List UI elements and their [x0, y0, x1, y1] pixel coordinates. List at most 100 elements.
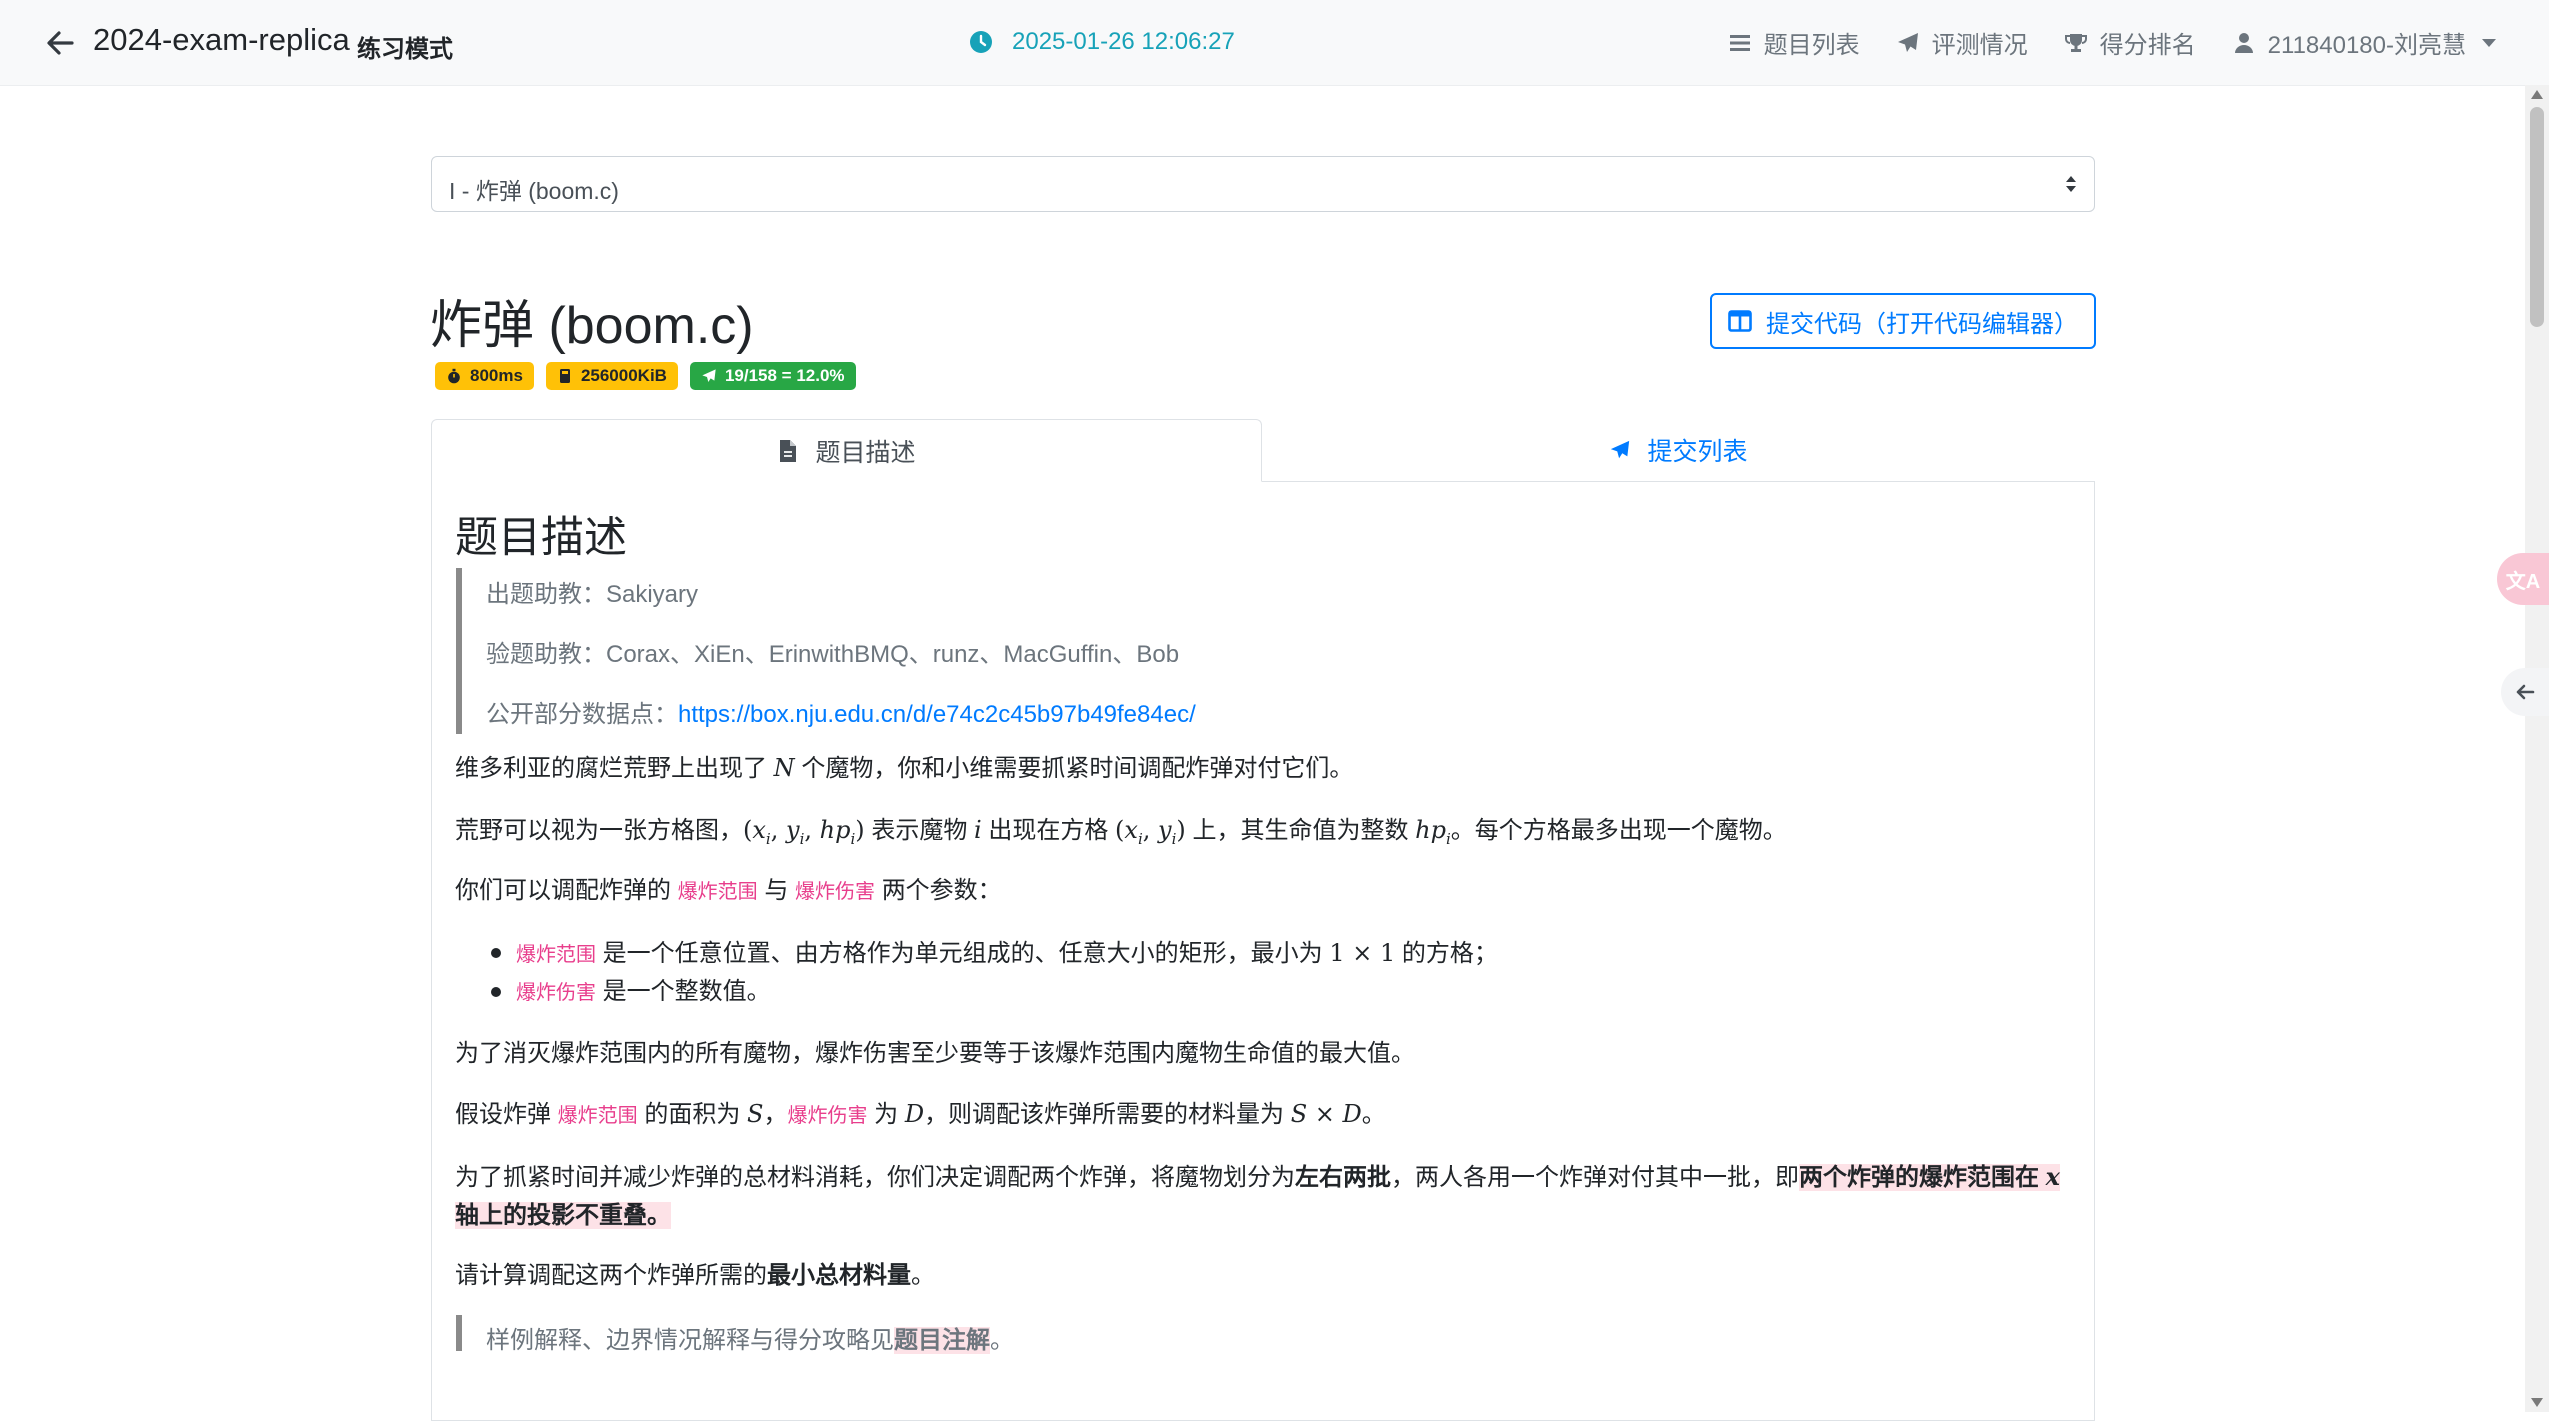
text: 是一个任意位置、由方格作为单元组成的、任意大小的矩形，最小为 — [602, 940, 1323, 967]
text: 个魔物，你和小维需要抓紧时间调配炸弹对付它们。 — [801, 755, 1354, 782]
server-clock: 2025-01-26 12:06:27 — [1012, 28, 1235, 55]
text: 两个炸弹的爆炸范围在 — [1799, 1164, 2039, 1191]
nav-problem-list-label: 题目列表 — [1763, 32, 1860, 59]
bullet-dot — [491, 948, 501, 958]
navbar-menu: 题目列表 评测情况 得分排名 211840180-刘亮慧 — [1728, 0, 2496, 85]
tab-submissions-label: 提交列表 — [1647, 438, 1748, 466]
text: 为 — [874, 1101, 899, 1128]
problem-select-value: I - 炸弹 (boom.c) — [449, 178, 619, 204]
tab-description-label: 题目描述 — [815, 438, 916, 467]
scroll-down-arrow-icon[interactable] — [2531, 1398, 2543, 1407]
note-blockquote-bar — [456, 1315, 462, 1351]
bullet-dot — [491, 987, 501, 997]
paragraph-intro: 维多利亚的腐烂荒野上出现了 N 个魔物，你和小维需要抓紧时间调配炸弹对付它们。 — [455, 749, 2070, 788]
math-x: x — [2045, 1162, 2060, 1191]
nav-problem-list[interactable]: 题目列表 — [1728, 25, 1860, 60]
public-data-label: 公开部分数据点： — [486, 701, 678, 728]
tab-description[interactable]: 题目描述 — [431, 419, 1262, 482]
term-blast-range: 爆炸范围 — [557, 1103, 638, 1127]
arrow-left-icon[interactable] — [44, 27, 76, 59]
list-item-damage: 爆炸伤害 是一个整数值。 — [516, 973, 2131, 1011]
math-sxd: S × D — [1290, 1100, 1362, 1128]
setter-line: 出题助教：Sakiyary — [486, 581, 699, 608]
submit-code-button[interactable]: 提交代码（打开代码编辑器） — [1710, 293, 2096, 349]
math-tuple: (xi, yi, hpi) — [743, 816, 865, 848]
memory-limit-badge: 256000KiB — [545, 362, 678, 390]
side-panel-toggle[interactable] — [2501, 668, 2549, 716]
paragraph-split: 为了抓紧时间并减少炸弹的总材料消耗，你们决定调配两个炸弹，将魔物划分为左右两批，… — [455, 1158, 2070, 1235]
memory-limit-text: 256000KiB — [580, 366, 667, 385]
text: 的方格； — [1401, 940, 1498, 967]
text: 假设炸弹 — [455, 1101, 551, 1128]
bold-min-total: 最小总材料量 — [767, 1262, 911, 1289]
math-1x1: 1 × 1 — [1329, 939, 1396, 967]
term-blast-range: 爆炸范围 — [677, 879, 758, 903]
text: ， — [763, 1101, 788, 1128]
description-heading: 题目描述 — [455, 514, 627, 562]
bold-left-right: 左右两批 — [1295, 1164, 1391, 1191]
paper-plane-icon — [702, 369, 716, 382]
text: 荒野可以视为一张方格图， — [455, 817, 743, 844]
columns-icon — [1728, 310, 1752, 332]
text: 。每个方格最多出现一个魔物。 — [1450, 817, 1787, 844]
public-data-link[interactable]: https://box.nju.edu.cn/d/e74c2c45b97b49f… — [678, 701, 1196, 728]
paragraph-grid: 荒野可以视为一张方格图，(xi, yi, hpi) 表示魔物 i 出现在方格 (… — [455, 811, 2070, 858]
tester-line: 验题助教：Corax、XiEn、ErinwithBMQ、runz、MacGuff… — [486, 641, 1180, 668]
paragraph-params: 你们可以调配炸弹的 爆炸范围 与 爆炸伤害 两个参数： — [455, 872, 2070, 910]
scroll-thumb[interactable] — [2530, 107, 2544, 327]
public-data-line: 公开部分数据点：https://box.nju.edu.cn/d/e74c2c4… — [486, 694, 1196, 729]
list-icon — [1729, 34, 1750, 51]
problem-badges: 800ms 256000KiB 19/158 = 12.0% — [435, 362, 856, 390]
file-icon — [780, 439, 797, 462]
math-i: i — [974, 816, 982, 844]
problem-title: 炸弹 (boom.c) — [430, 297, 754, 355]
text: 的面积为 — [644, 1101, 741, 1128]
math-pos: (xi, yi) — [1115, 816, 1186, 848]
user-name: 211840180-刘亮慧 — [2267, 32, 2466, 59]
stopwatch-icon — [448, 368, 460, 384]
time-limit-text: 800ms — [470, 366, 523, 385]
text: 上，其生命值为整数 — [1192, 817, 1409, 844]
paragraph-task: 请计算调配这两个炸弹所需的最小总材料量。 — [455, 1257, 2070, 1295]
text: 出现在方格 — [988, 817, 1109, 844]
memory-icon — [559, 369, 570, 383]
select-arrows-icon — [2066, 176, 2076, 192]
tab-submissions[interactable]: 提交列表 — [1262, 419, 2095, 481]
chevron-down-icon — [2482, 38, 2496, 47]
paragraph-material: 假设炸弹 爆炸范围 的面积为 S，爆炸伤害 为 D，则调配该炸弹所需要的材料量为… — [455, 1095, 2070, 1134]
text: 两个参数： — [881, 877, 1002, 904]
page-scrollbar[interactable] — [2525, 85, 2549, 1412]
text: 。 — [990, 1327, 1014, 1354]
user-icon — [2234, 32, 2253, 53]
nav-ranking[interactable]: 得分排名 — [2064, 25, 2196, 60]
arrow-left-icon — [2516, 684, 2535, 700]
acceptance-text: 19/158 = 12.0% — [724, 366, 845, 385]
time-limit-badge: 800ms — [435, 362, 534, 390]
text: ，则调配该炸弹所需要的材料量为 — [924, 1101, 1285, 1128]
math-s: S — [747, 1100, 764, 1128]
contest-title[interactable]: 2024-exam-replica — [93, 22, 350, 58]
note-link[interactable]: 题目注解 — [894, 1327, 990, 1354]
text: ，两人各用一个炸弹对付其中一批，即 — [1391, 1164, 1799, 1191]
text: 为了抓紧时间并减少炸弹的总材料消耗，你们决定调配两个炸弹，将魔物划分为 — [455, 1164, 1295, 1191]
nav-judge-status[interactable]: 评测情况 — [1896, 25, 2028, 60]
math-hp: hpi — [1415, 816, 1451, 848]
text: 轴上的投影不重叠。 — [455, 1202, 671, 1229]
list-item-range: 爆炸范围 是一个任意位置、由方格作为单元组成的、任意大小的矩形，最小为 1 × … — [516, 934, 2131, 973]
nav-ranking-label: 得分排名 — [2099, 32, 2196, 59]
note-line: 样例解释、边界情况解释与得分攻略见题目注解。 — [486, 1320, 1014, 1355]
text: 样例解释、边界情况解释与得分攻略见 — [486, 1327, 894, 1354]
top-navbar: 2024-exam-replica 练习模式 2025-01-26 12:06:… — [0, 0, 2549, 86]
translate-widget-button[interactable]: 文A — [2497, 553, 2549, 605]
scroll-up-arrow-icon[interactable] — [2531, 90, 2543, 99]
term-blast-damage: 爆炸伤害 — [787, 1103, 868, 1127]
translate-icon: 文A — [2505, 570, 2541, 593]
paper-plane-icon — [1897, 32, 1918, 52]
user-menu-dropdown[interactable]: 211840180-刘亮慧 — [2232, 25, 2496, 60]
text: 。 — [1361, 1101, 1386, 1128]
problem-select[interactable]: I - 炸弹 (boom.c) — [431, 156, 2095, 212]
nav-judge-status-label: 评测情况 — [1931, 32, 2028, 59]
clock-icon — [970, 31, 992, 53]
paragraph-damage-rule: 为了消灭爆炸范围内的所有魔物，爆炸伤害至少要等于该爆炸范围内魔物生命值的最大值。 — [455, 1040, 1415, 1067]
text: 与 — [764, 877, 789, 904]
